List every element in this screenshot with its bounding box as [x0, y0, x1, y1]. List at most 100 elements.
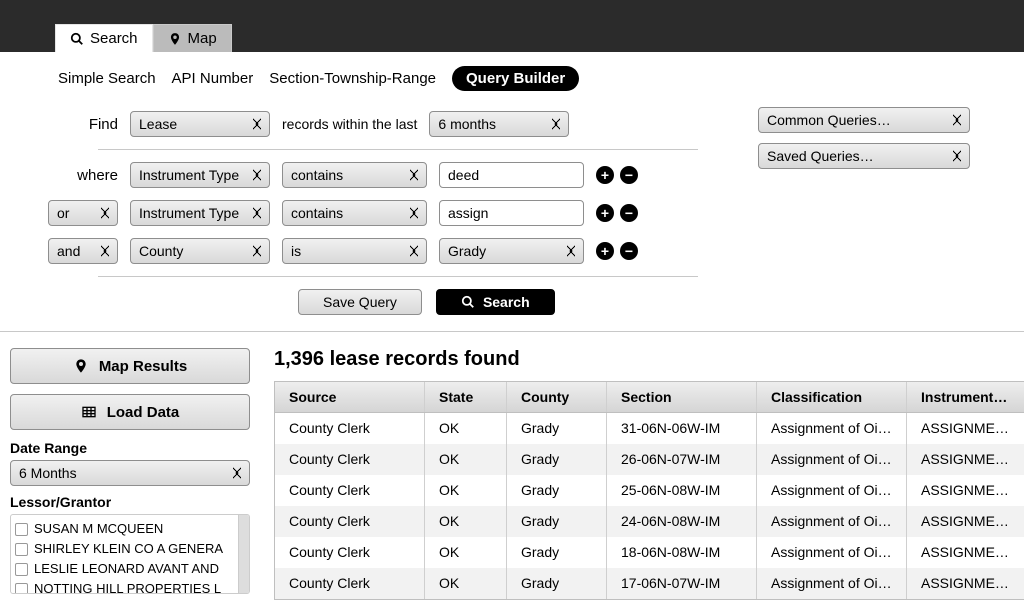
cell-classification: Assignment of Oil…: [757, 537, 907, 568]
saved-queries-select[interactable]: Saved Queries…: [758, 143, 970, 169]
cell-state: OK: [425, 444, 507, 475]
field-select[interactable]: Instrument Type: [130, 200, 270, 226]
lessor-option[interactable]: SHIRLEY KLEIN CO A GENERA: [15, 539, 245, 559]
table-row[interactable]: County ClerkOKGrady18-06N-08W-IMAssignme…: [275, 537, 1024, 568]
add-condition-button[interactable]: +: [596, 242, 614, 260]
table-row[interactable]: County ClerkOKGrady26-06N-07W-IMAssignme…: [275, 444, 1024, 475]
find-label: Find: [58, 116, 118, 133]
cell-state: OK: [425, 475, 507, 506]
records-within-label: records within the last: [282, 116, 417, 132]
remove-condition-button[interactable]: −: [620, 204, 638, 222]
load-data-button[interactable]: Load Data: [10, 394, 250, 430]
cell-section: 17-06N-07W-IM: [607, 568, 757, 599]
remove-condition-button[interactable]: −: [620, 242, 638, 260]
common-queries-select[interactable]: Common Queries…: [758, 107, 970, 133]
time-range-select[interactable]: 6 months: [429, 111, 569, 137]
value-select[interactable]: Grady: [439, 238, 584, 264]
table-row[interactable]: County ClerkOKGrady24-06N-08W-IMAssignme…: [275, 506, 1024, 537]
date-range-select[interactable]: 6 Months: [10, 460, 250, 486]
find-type-select[interactable]: Lease: [130, 111, 270, 137]
subnav-section-township-range[interactable]: Section-Township-Range: [269, 66, 436, 91]
checkbox[interactable]: [15, 523, 28, 536]
row-actions: +−: [596, 204, 638, 222]
value-input[interactable]: deed: [439, 162, 584, 188]
cell-state: OK: [425, 537, 507, 568]
checkbox[interactable]: [15, 543, 28, 556]
subnav-simple-search[interactable]: Simple Search: [58, 66, 156, 91]
cell-county: Grady: [507, 475, 607, 506]
cell-instrument-type: ASSIGNMENT: [907, 413, 1024, 444]
col-county[interactable]: County: [507, 382, 607, 412]
cell-source: County Clerk: [275, 537, 425, 568]
pin-icon: [73, 358, 89, 374]
condition-select[interactable]: contains: [282, 162, 427, 188]
tab-search[interactable]: Search: [55, 24, 153, 52]
lessor-option-label: SHIRLEY KLEIN CO A GENERA: [34, 539, 223, 559]
condition-row: where Instrument Type contains deed +−: [58, 162, 698, 188]
cell-section: 26-06N-07W-IM: [607, 444, 757, 475]
cell-source: County Clerk: [275, 475, 425, 506]
col-instrument-type[interactable]: Instrument Ty: [907, 382, 1024, 412]
map-results-label: Map Results: [99, 358, 187, 375]
top-bar: Search Map: [0, 0, 1024, 52]
subnav-query-builder[interactable]: Query Builder: [452, 66, 579, 91]
logic-operator-select[interactable]: and: [48, 238, 118, 264]
add-condition-button[interactable]: +: [596, 204, 614, 222]
field-select[interactable]: County: [130, 238, 270, 264]
table-row[interactable]: County ClerkOKGrady25-06N-08W-IMAssignme…: [275, 475, 1024, 506]
cell-county: Grady: [507, 568, 607, 599]
lessor-option[interactable]: SUSAN M MCQUEEN: [15, 519, 245, 539]
col-classification[interactable]: Classification: [757, 382, 907, 412]
search-button[interactable]: Search: [436, 289, 555, 315]
checkbox[interactable]: [15, 583, 28, 595]
divider: [98, 149, 698, 150]
cell-classification: Assignment of Oil…: [757, 444, 907, 475]
lessor-option[interactable]: LESLIE LEONARD AVANT AND: [15, 559, 245, 579]
cell-state: OK: [425, 568, 507, 599]
cell-instrument-type: ASSIGNMENT: [907, 475, 1024, 506]
tab-map[interactable]: Map: [153, 24, 232, 52]
divider: [98, 276, 698, 277]
tab-map-label: Map: [188, 30, 217, 47]
logic-operator-select[interactable]: or: [48, 200, 118, 226]
cell-section: 31-06N-06W-IM: [607, 413, 757, 444]
col-state[interactable]: State: [425, 382, 507, 412]
search-subnav: Simple Search API Number Section-Townshi…: [58, 66, 1024, 91]
pin-icon: [168, 32, 182, 46]
condition-select[interactable]: contains: [282, 200, 427, 226]
cell-source: County Clerk: [275, 413, 425, 444]
table-header-row: Source State County Section Classificati…: [275, 382, 1024, 413]
cell-source: County Clerk: [275, 568, 425, 599]
grid-icon: [81, 404, 97, 420]
cell-section: 25-06N-08W-IM: [607, 475, 757, 506]
lessor-option-label: SUSAN M MCQUEEN: [34, 519, 163, 539]
table-row[interactable]: County ClerkOKGrady17-06N-07W-IMAssignme…: [275, 568, 1024, 599]
condition-select[interactable]: is: [282, 238, 427, 264]
add-condition-button[interactable]: +: [596, 166, 614, 184]
table-row[interactable]: County ClerkOKGrady31-06N-06W-IMAssignme…: [275, 413, 1024, 444]
search-button-label: Search: [483, 294, 530, 310]
remove-condition-button[interactable]: −: [620, 166, 638, 184]
lessor-option-label: LESLIE LEONARD AVANT AND: [34, 559, 219, 579]
where-label: where: [58, 167, 118, 184]
cell-instrument-type: ASSIGNMENT: [907, 537, 1024, 568]
cell-state: OK: [425, 506, 507, 537]
cell-instrument-type: ASSIGNMENT: [907, 506, 1024, 537]
value-input[interactable]: assign: [439, 200, 584, 226]
map-results-button[interactable]: Map Results: [10, 348, 250, 384]
cell-county: Grady: [507, 537, 607, 568]
col-section[interactable]: Section: [607, 382, 757, 412]
lessor-grantor-list[interactable]: SUSAN M MCQUEENSHIRLEY KLEIN CO A GENERA…: [10, 514, 250, 594]
cell-classification: Assignment of Oil…: [757, 413, 907, 444]
search-icon: [70, 32, 84, 46]
checkbox[interactable]: [15, 563, 28, 576]
lessor-option[interactable]: NOTTING HILL PROPERTIES L: [15, 579, 245, 594]
row-actions: +−: [596, 242, 638, 260]
save-query-button[interactable]: Save Query: [298, 289, 422, 315]
condition-row: orInstrument Typecontainsassign+−: [58, 200, 698, 226]
field-select[interactable]: Instrument Type: [130, 162, 270, 188]
subnav-api-number[interactable]: API Number: [172, 66, 254, 91]
cell-instrument-type: ASSIGNMENT: [907, 568, 1024, 599]
col-source[interactable]: Source: [275, 382, 425, 412]
load-data-label: Load Data: [107, 404, 180, 421]
